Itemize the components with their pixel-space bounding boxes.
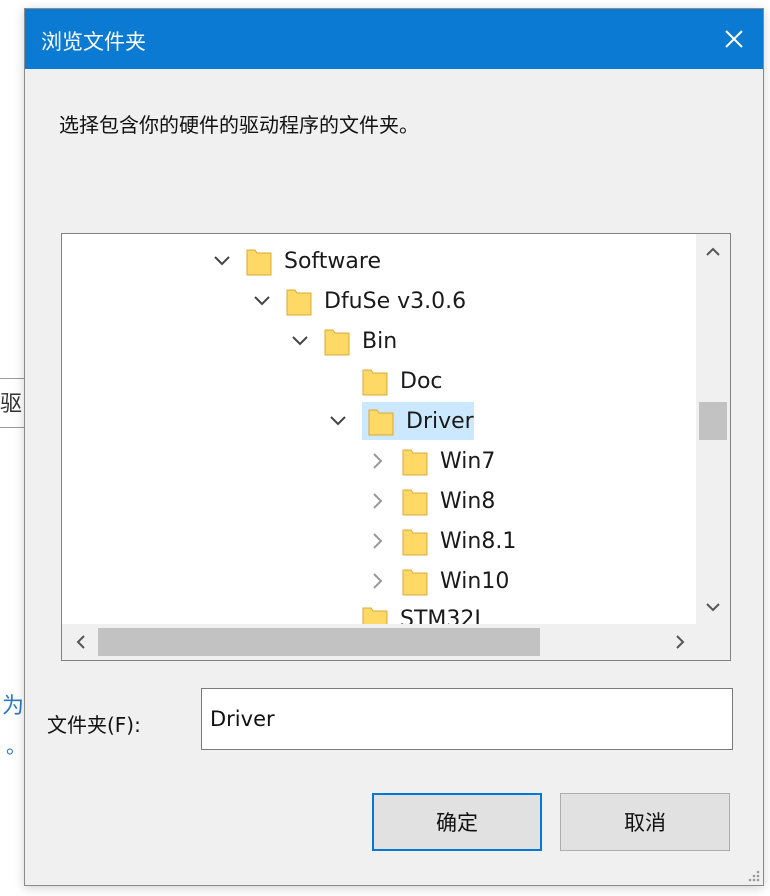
tree-item-software[interactable]: Software	[212, 242, 381, 280]
scroll-right-button[interactable]	[662, 624, 698, 660]
tree-item-bin[interactable]: Bin	[290, 322, 397, 360]
chevron-right-icon[interactable]	[368, 451, 388, 471]
tree-item-label: Win8.1	[440, 528, 517, 554]
horizontal-scrollbar[interactable]	[62, 624, 698, 660]
chevron-down-icon[interactable]	[290, 331, 310, 351]
scroll-left-button[interactable]	[62, 624, 98, 660]
folder-icon	[246, 249, 272, 276]
tree-item-label: Win10	[440, 568, 510, 594]
chevron-right-icon[interactable]	[368, 571, 388, 591]
vertical-scrollbar[interactable]	[696, 234, 730, 624]
folder-icon	[368, 409, 394, 436]
instruction-text: 选择包含你的硬件的驱动程序的文件夹。	[59, 113, 419, 137]
ok-button[interactable]: 确定	[372, 793, 542, 851]
vertical-scroll-thumb[interactable]	[699, 402, 727, 440]
chevron-right-icon[interactable]	[368, 531, 388, 551]
browse-folder-dialog: 浏览文件夹 选择包含你的硬件的驱动程序的文件夹。 Software DfuSe …	[24, 8, 764, 886]
folder-icon	[402, 569, 428, 596]
folder-icon	[402, 449, 428, 476]
chevron-left-icon	[76, 635, 85, 649]
close-icon	[725, 30, 743, 48]
tree-item-label: Doc	[400, 368, 443, 394]
horizontal-scroll-thumb[interactable]	[98, 628, 540, 656]
scroll-corner	[696, 624, 730, 660]
chevron-down-icon[interactable]	[328, 411, 348, 431]
folder-icon	[402, 529, 428, 556]
folder-icon	[362, 369, 388, 396]
chevron-down-icon[interactable]	[252, 291, 272, 311]
tree-item-dfuse[interactable]: DfuSe v3.0.6	[252, 282, 466, 320]
folder-icon	[324, 329, 350, 356]
tree-item-label: DfuSe v3.0.6	[324, 288, 467, 314]
folder-icon	[402, 489, 428, 516]
title-bar[interactable]: 浏览文件夹	[25, 9, 763, 69]
background-link-fragment: 为	[2, 694, 25, 719]
tree-item-doc[interactable]: Doc	[328, 362, 443, 400]
scroll-up-button[interactable]	[696, 234, 730, 268]
folder-field-label: 文件夹(F):	[47, 713, 141, 737]
chevron-right-icon[interactable]	[368, 491, 388, 511]
tree-item-label: Win7	[440, 448, 496, 474]
chevron-down-icon	[706, 602, 720, 611]
close-button[interactable]	[705, 9, 763, 69]
tree-item-driver[interactable]: Driver	[362, 402, 474, 440]
tree-item-win10[interactable]: Win10	[368, 562, 509, 600]
dialog-title: 浏览文件夹	[41, 30, 146, 54]
tree-item-label: Software	[284, 248, 381, 274]
cancel-button[interactable]: 取消	[560, 793, 730, 851]
folder-icon	[286, 289, 312, 316]
tree-item-label: Win8	[440, 488, 496, 514]
chevron-up-icon	[706, 247, 720, 256]
tree-item-label: Driver	[406, 408, 474, 434]
tree-item-win8-1[interactable]: Win8.1	[368, 522, 516, 560]
folder-tree-view[interactable]: Software DfuSe v3.0.6 Bin Doc Driver Win…	[61, 233, 731, 661]
tree-item-win8[interactable]: Win8	[368, 482, 495, 520]
background-text-fragment: 驱	[0, 392, 23, 417]
tree-item-win7[interactable]: Win7	[368, 442, 495, 480]
chevron-right-icon	[675, 635, 684, 649]
scroll-down-button[interactable]	[696, 590, 730, 624]
chevron-down-icon[interactable]	[212, 251, 232, 271]
tree-item-label: Bin	[362, 328, 398, 354]
resize-grip-icon[interactable]	[745, 867, 761, 883]
tree-item-driver-expander[interactable]	[328, 402, 348, 440]
folder-input[interactable]	[201, 688, 733, 750]
background-link-fragment-2: 。	[6, 734, 26, 758]
